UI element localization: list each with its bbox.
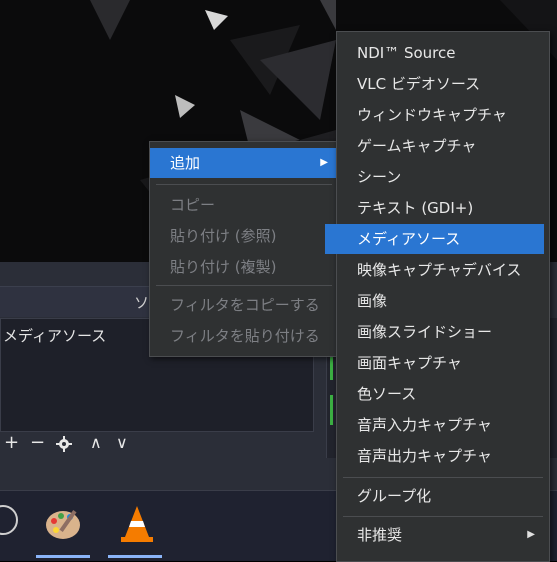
submenu-item-display-capture[interactable]: 画面キャプチャ <box>337 348 549 378</box>
submenu-item-group[interactable]: グループ化 <box>337 481 549 511</box>
submenu-item-image-slideshow[interactable]: 画像スライドショー <box>337 317 549 347</box>
taskbar-active-indicator <box>108 555 162 558</box>
submenu-item-deprecated[interactable]: 非推奨 ▶ <box>337 520 549 550</box>
submenu-item-window-capture[interactable]: ウィンドウキャプチャ <box>337 100 549 130</box>
menu-item-paste-duplicate[interactable]: 貼り付け (複製) <box>150 252 338 282</box>
menu-item-paste-filters[interactable]: フィルタを貼り付ける <box>150 321 338 351</box>
menu-separator <box>343 516 543 517</box>
menu-separator <box>343 477 543 478</box>
submenu-item-text-gdi[interactable]: テキスト (GDI+) <box>337 193 549 223</box>
taskbar-active-indicator <box>36 555 90 558</box>
vlc-cone-icon[interactable] <box>116 503 158 545</box>
submenu-item-video-capture-device[interactable]: 映像キャプチャデバイス <box>337 255 549 285</box>
submenu-item-ndi-source[interactable]: NDI™ Source <box>337 38 549 68</box>
submenu-arrow-icon: ▶ <box>320 157 328 168</box>
move-up-button[interactable]: ∧ <box>90 432 102 454</box>
submenu-item-vlc-video-source[interactable]: VLC ビデオソース <box>337 69 549 99</box>
menu-item-add[interactable]: 追加 ▶ <box>150 148 338 178</box>
menu-item-paste-reference[interactable]: 貼り付け (参照) <box>150 221 338 251</box>
move-down-button[interactable]: ∨ <box>116 432 128 454</box>
add-source-submenu: NDI™ Source VLC ビデオソース ウィンドウキャプチャ ゲームキャプ… <box>325 31 550 562</box>
menu-item-copy-filters[interactable]: フィルタをコピーする <box>150 290 338 320</box>
submenu-item-audio-output-capture[interactable]: 音声出力キャプチャ <box>337 441 549 471</box>
submenu-item-color-source[interactable]: 色ソース <box>337 379 549 409</box>
audio-meter <box>330 395 333 425</box>
paint-palette-icon[interactable] <box>44 505 82 543</box>
menu-item-copy[interactable]: コピー <box>150 190 338 220</box>
add-source-button[interactable]: + <box>4 432 19 454</box>
sources-toolbar: + − ∧ ∨ <box>0 432 330 458</box>
sources-dock-title: ソ <box>134 294 150 312</box>
source-item-media[interactable]: メディアソース <box>3 325 106 346</box>
submenu-item-audio-input-capture[interactable]: 音声入力キャプチャ <box>337 410 549 440</box>
submenu-item-image[interactable]: 画像 <box>337 286 549 316</box>
taskbar-circle-icon[interactable] <box>0 505 18 535</box>
submenu-item-game-capture[interactable]: ゲームキャプチャ <box>337 131 549 161</box>
submenu-arrow-icon: ▶ <box>527 529 535 540</box>
submenu-item-scene[interactable]: シーン <box>337 162 549 192</box>
submenu-item-media-source[interactable]: メディアソース <box>325 224 544 254</box>
menu-separator <box>156 285 332 286</box>
menu-separator <box>156 184 332 185</box>
remove-source-button[interactable]: − <box>30 432 45 454</box>
source-context-menu: 追加 ▶ コピー 貼り付け (参照) 貼り付け (複製) フィルタをコピーする … <box>149 141 339 357</box>
